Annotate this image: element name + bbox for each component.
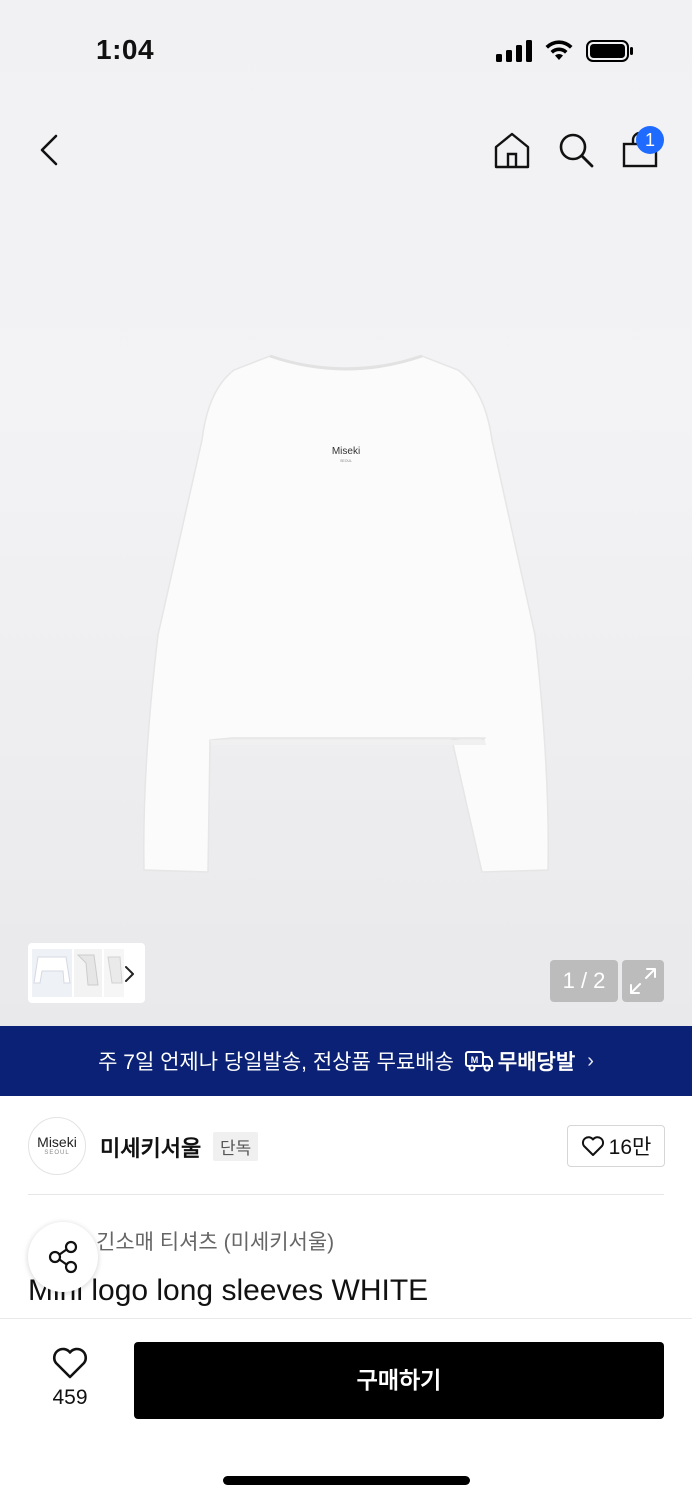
svg-text:M: M (471, 1055, 479, 1065)
brand-logo[interactable]: Miseki SEOUL (28, 1117, 86, 1175)
brand-logo-subtext: SEOUL (44, 1150, 70, 1156)
delivery-truck-icon: M (464, 1051, 493, 1072)
product-category[interactable]: 긴소매 티셔츠 (미세키서울) (96, 1226, 334, 1256)
heart-outline-icon (581, 1136, 604, 1156)
home-indicator[interactable] (223, 1476, 470, 1485)
share-button[interactable] (28, 1222, 98, 1292)
shirt-print-sub: SEOUL (340, 459, 352, 463)
brand-logo-text: Miseki (37, 1134, 77, 1150)
wifi-icon (545, 40, 573, 60)
status-time: 1:04 (96, 34, 155, 65)
thumbnail-next-chevron-icon[interactable] (123, 965, 137, 983)
battery-icon (586, 40, 633, 62)
cart-count-badge: 1 (636, 126, 664, 154)
free-shipping-banner[interactable]: 주 7일 언제나 당일발송, 전상품 무료배송 M 무배당발 › (0, 1026, 692, 1096)
share-icon (48, 1240, 78, 1274)
image-page-counter: 1 / 2 (550, 960, 618, 1002)
brand-like-button[interactable]: 16만 (567, 1125, 665, 1167)
home-icon[interactable] (492, 130, 532, 170)
brand-name-link[interactable]: 미세키서울 (100, 1131, 201, 1163)
back-arrow-icon[interactable] (30, 130, 70, 170)
wishlist-heart-icon[interactable] (52, 1346, 88, 1380)
shirt-print-brand: Miseki (332, 446, 360, 457)
expand-icon (630, 968, 656, 994)
exclusive-badge: 단독 (213, 1132, 259, 1161)
cellular-signal-icon (496, 40, 532, 62)
promo-text: 주 7일 언제나 당일발송, 전상품 무료배송 (98, 1051, 454, 1074)
promo-tag-label: 무배당발 (497, 1051, 576, 1074)
wishlist-count: 459 (52, 1386, 88, 1409)
product-image-longsleeve-tee[interactable]: Miseki SEOUL (140, 350, 552, 875)
fullscreen-button[interactable] (622, 960, 664, 1002)
divider (28, 1194, 664, 1195)
brand-like-count: 16만 (608, 1136, 652, 1159)
search-icon[interactable] (556, 130, 596, 170)
promo-tag: M 무배당발 (464, 1046, 575, 1076)
chevron-right-icon: › (587, 1049, 594, 1072)
buy-button[interactable]: 구매하기 (134, 1342, 664, 1419)
